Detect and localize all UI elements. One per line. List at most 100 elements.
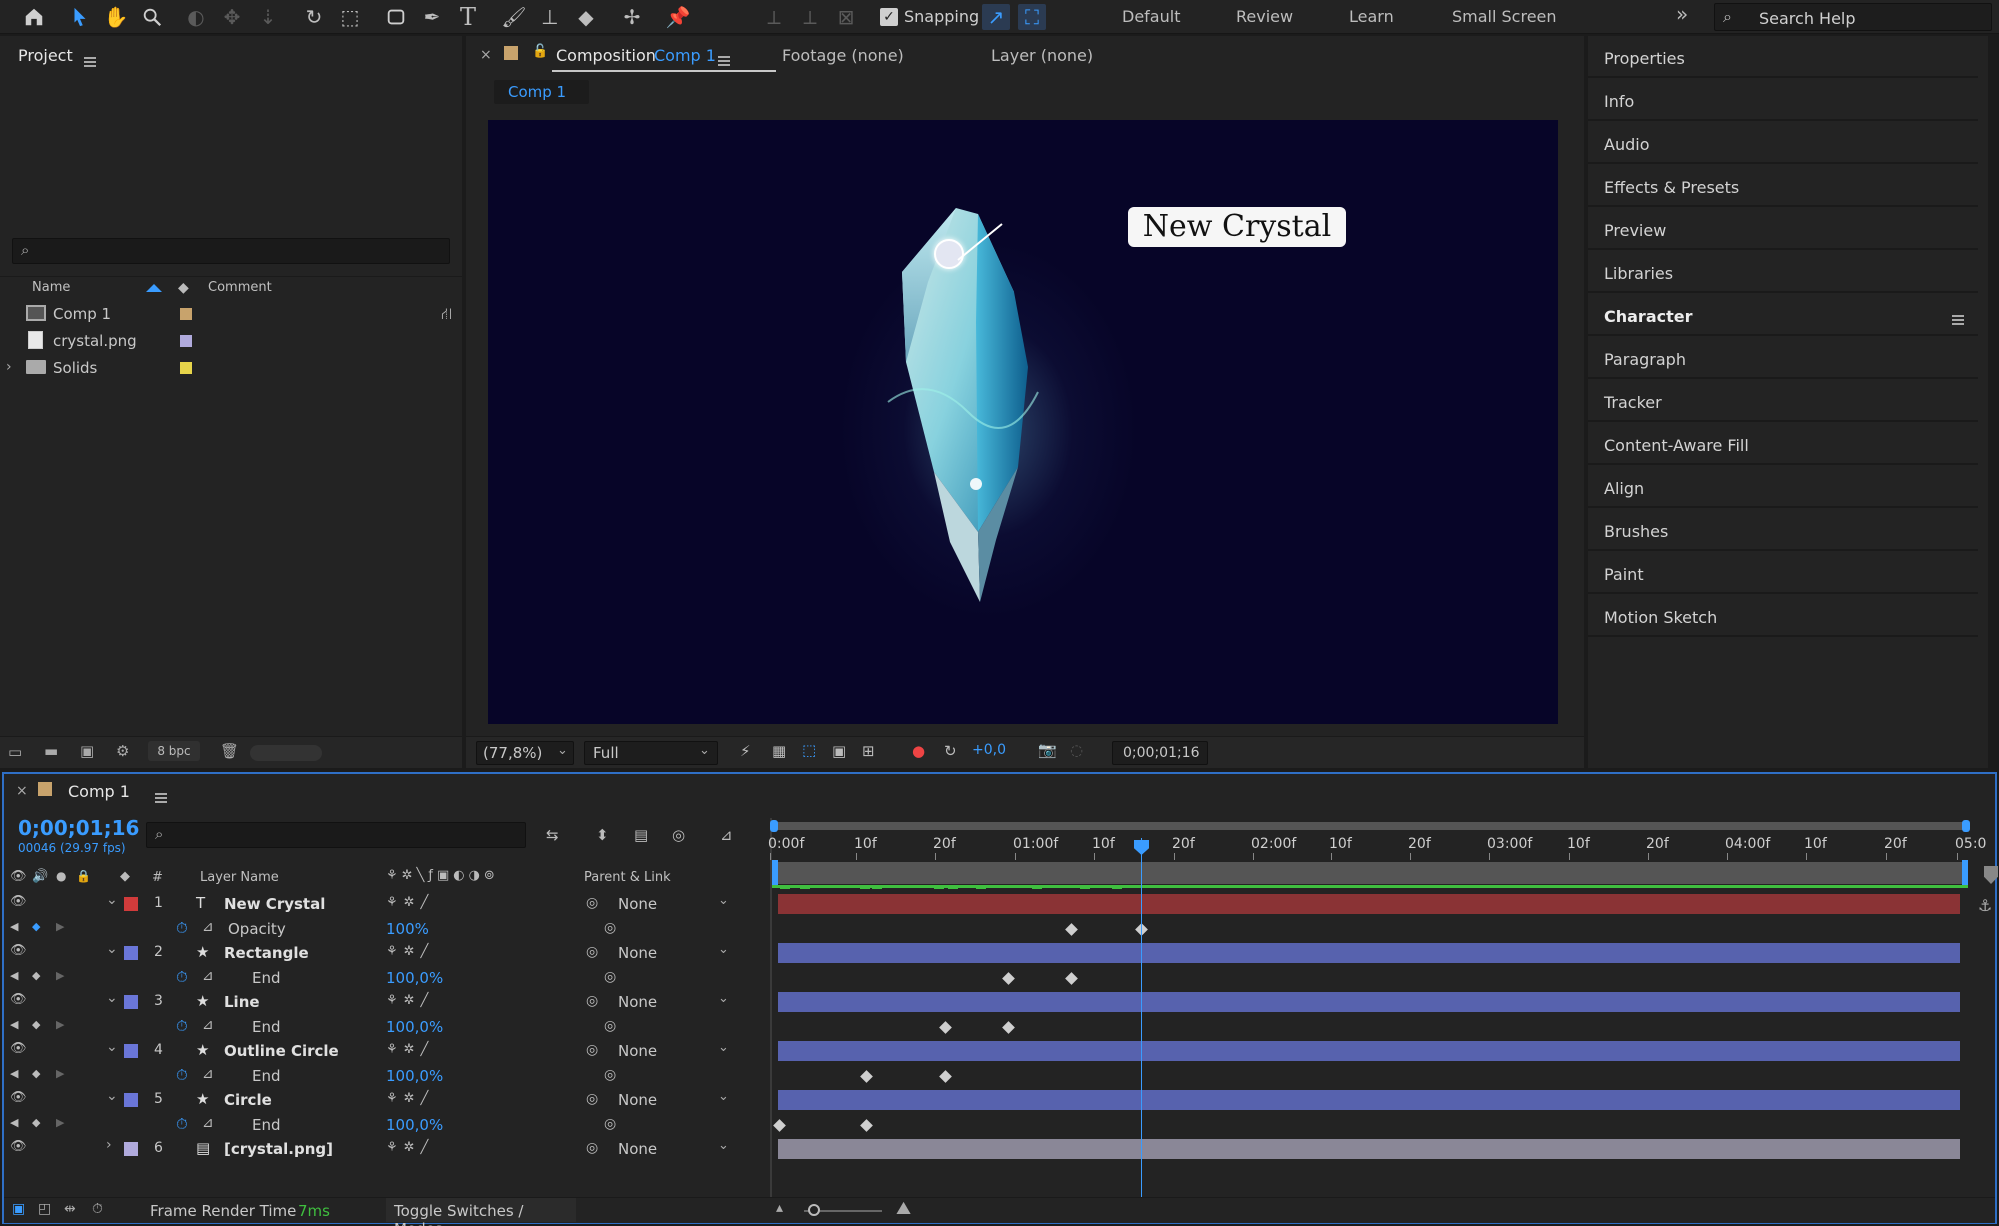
eye-icon[interactable]: 👁 [10,1090,27,1105]
panel-audio[interactable]: Audio [1588,122,1978,164]
clone-stamp-icon[interactable]: ⊥ [536,4,564,30]
stopwatch-icon[interactable]: ⏱ [176,1017,188,1035]
layer-name[interactable]: [crystal.png] [224,1140,333,1158]
property-value[interactable]: 100,0% [386,1018,443,1036]
rectangle-tool-icon[interactable] [382,4,410,30]
expression-pickwhip-icon[interactable]: ◎ [604,1116,616,1132]
layer-name[interactable]: Line [224,993,260,1011]
layer-switches[interactable]: ⚘✲╱ [386,1091,434,1106]
panel-brushes[interactable]: Brushes [1588,509,1978,551]
motion-blur-icon[interactable]: ◎ [672,826,685,844]
parent-dropdown[interactable]: None ⌄ [608,991,736,1013]
label-tag-icon[interactable]: ◆ [178,280,189,296]
stopwatch-icon[interactable]: ⏱ [176,1115,188,1133]
next-keyframe-icon[interactable]: ▶ [56,920,64,933]
close-tab-icon[interactable]: × [480,47,492,63]
flowchart-icon[interactable]: ⛙ [441,304,452,325]
more-workspaces-icon[interactable]: » [1676,2,1688,26]
rotate-tool-icon[interactable]: ↻ [300,4,328,30]
comp-navigator-tab[interactable]: Comp 1 [494,80,589,104]
fast-preview-icon[interactable]: ⚡ [740,742,751,760]
label-color-swatch[interactable] [124,946,138,960]
parent-dropdown[interactable]: None ⌄ [608,1040,736,1062]
selection-tool-icon[interactable] [66,4,94,30]
layer-duration-bar[interactable] [778,1090,1960,1110]
panel-paint[interactable]: Paint [1588,552,1978,594]
add-keyframe-icon[interactable]: ◆ [32,1018,40,1031]
snapshot-camera-icon[interactable]: 📷 [1038,741,1057,759]
eye-icon[interactable]: 👁 [10,992,27,1007]
zoom-out-icon[interactable]: ▴ [776,1200,783,1216]
label-color-swatch[interactable] [124,1142,138,1156]
draft-3d-icon[interactable]: ⬍ [596,826,609,844]
layer-name[interactable]: Rectangle [224,944,309,962]
lock-icon[interactable]: 🔓 [532,44,548,59]
property-value[interactable]: 100% [386,920,429,938]
character-menu-icon[interactable] [1952,314,1964,325]
thumbnail-slider[interactable] [250,745,322,761]
prev-keyframe-icon[interactable]: ◀ [10,1116,18,1129]
orbit-camera-icon[interactable]: ◐ [182,4,210,30]
brush-tool-icon[interactable]: 🖌 [500,4,528,30]
timeline-comp-tab[interactable]: Comp 1 [68,782,130,801]
project-item-solids[interactable]: › Solids [0,356,440,380]
layer-switches-toggle-icon[interactable]: ▣ [12,1201,25,1217]
chevron-icon[interactable]: ⌄ [106,1039,118,1055]
navigator-end-handle[interactable] [1962,820,1970,832]
current-timecode[interactable]: 0;00;01;16 [18,816,139,840]
chevron-icon[interactable]: ⌄ [106,941,118,957]
pen-tool-icon[interactable]: ✒ [418,4,446,30]
column-comment[interactable]: Comment [208,280,272,295]
chevron-icon[interactable]: › [106,1137,112,1153]
graph-editor-icon[interactable]: ⊿ [720,826,733,844]
workspace-small-screen[interactable]: Small Screen [1452,7,1557,26]
work-area-bar[interactable] [772,862,1968,884]
stopwatch-icon[interactable]: ⏱ [176,919,188,937]
panel-libraries[interactable]: Libraries [1588,251,1978,293]
project-settings-icon[interactable]: ⚙ [116,742,129,760]
work-area-start-handle[interactable] [772,860,778,886]
workspace-learn[interactable]: Learn [1349,7,1394,26]
label-color-swatch[interactable] [124,897,138,911]
resolution-dropdown[interactable]: Full ⌄ [584,741,718,765]
sort-ascending-icon[interactable] [146,284,162,292]
pan-behind-tool-icon[interactable]: ⬚ [336,4,364,30]
layer-duration-bar[interactable] [778,943,1960,963]
project-item-comp1[interactable]: Comp 1 [0,302,440,326]
column-name[interactable]: Name [32,280,70,295]
chevron-right-icon[interactable]: › [6,359,12,375]
property-row[interactable]: ◀ ◆ ▶ ⏱ ⊿ End 100,0% ◎ [0,1064,770,1088]
add-keyframe-icon[interactable]: ◆ [32,1067,40,1080]
expression-pickwhip-icon[interactable]: ◎ [604,920,616,936]
viewer-timecode[interactable]: 0;00;01;16 [1112,741,1208,765]
expression-pickwhip-icon[interactable]: ◎ [604,1018,616,1034]
prev-keyframe-icon[interactable]: ◀ [10,920,18,933]
toggle-switches-modes-button[interactable]: Toggle Switches / Modes [386,1198,576,1226]
property-value[interactable]: 100,0% [386,1067,443,1085]
layer-row[interactable]: 👁 ⌄ 2 ★ Rectangle ⚘✲╱ ◎ None ⌄ [0,941,770,965]
trash-icon[interactable]: 🗑 [220,742,239,760]
add-keyframe-icon[interactable]: ◆ [32,920,40,933]
axis-local-icon[interactable]: ⟂ [760,4,788,30]
interpret-footage-icon[interactable]: ▭ [8,743,22,761]
pickwhip-icon[interactable]: ◎ [586,993,598,1009]
chevron-icon[interactable]: ⌄ [106,990,118,1006]
composition-menu-icon[interactable] [718,55,730,66]
label-tag-icon[interactable]: ◆ [120,869,130,884]
frame-blending-icon[interactable]: ▤ [634,826,648,844]
grid-guides-icon[interactable]: ⊞ [862,742,875,760]
property-row[interactable]: ◀ ◆ ▶ ⏱ ⊿ End 100,0% ◎ [0,1015,770,1039]
layer-duration-bar[interactable] [778,992,1960,1012]
layer-duration-bar[interactable] [778,1139,1960,1159]
label-color-swatch[interactable] [180,308,192,320]
next-keyframe-icon[interactable]: ▶ [56,1018,64,1031]
lock-switch-icon[interactable]: 🔒 [76,869,91,883]
next-keyframe-icon[interactable]: ▶ [56,969,64,982]
panel-character[interactable]: Character [1588,294,1978,336]
label-color-swatch[interactable] [124,995,138,1009]
layer-switches[interactable]: ⚘✲╱ [386,1042,434,1057]
project-menu-icon[interactable] [84,56,96,67]
footage-tab[interactable]: Footage (none) [782,46,904,65]
layer-switches[interactable]: ⚘✲╱ [386,993,434,1008]
panel-tracker[interactable]: Tracker [1588,380,1978,422]
